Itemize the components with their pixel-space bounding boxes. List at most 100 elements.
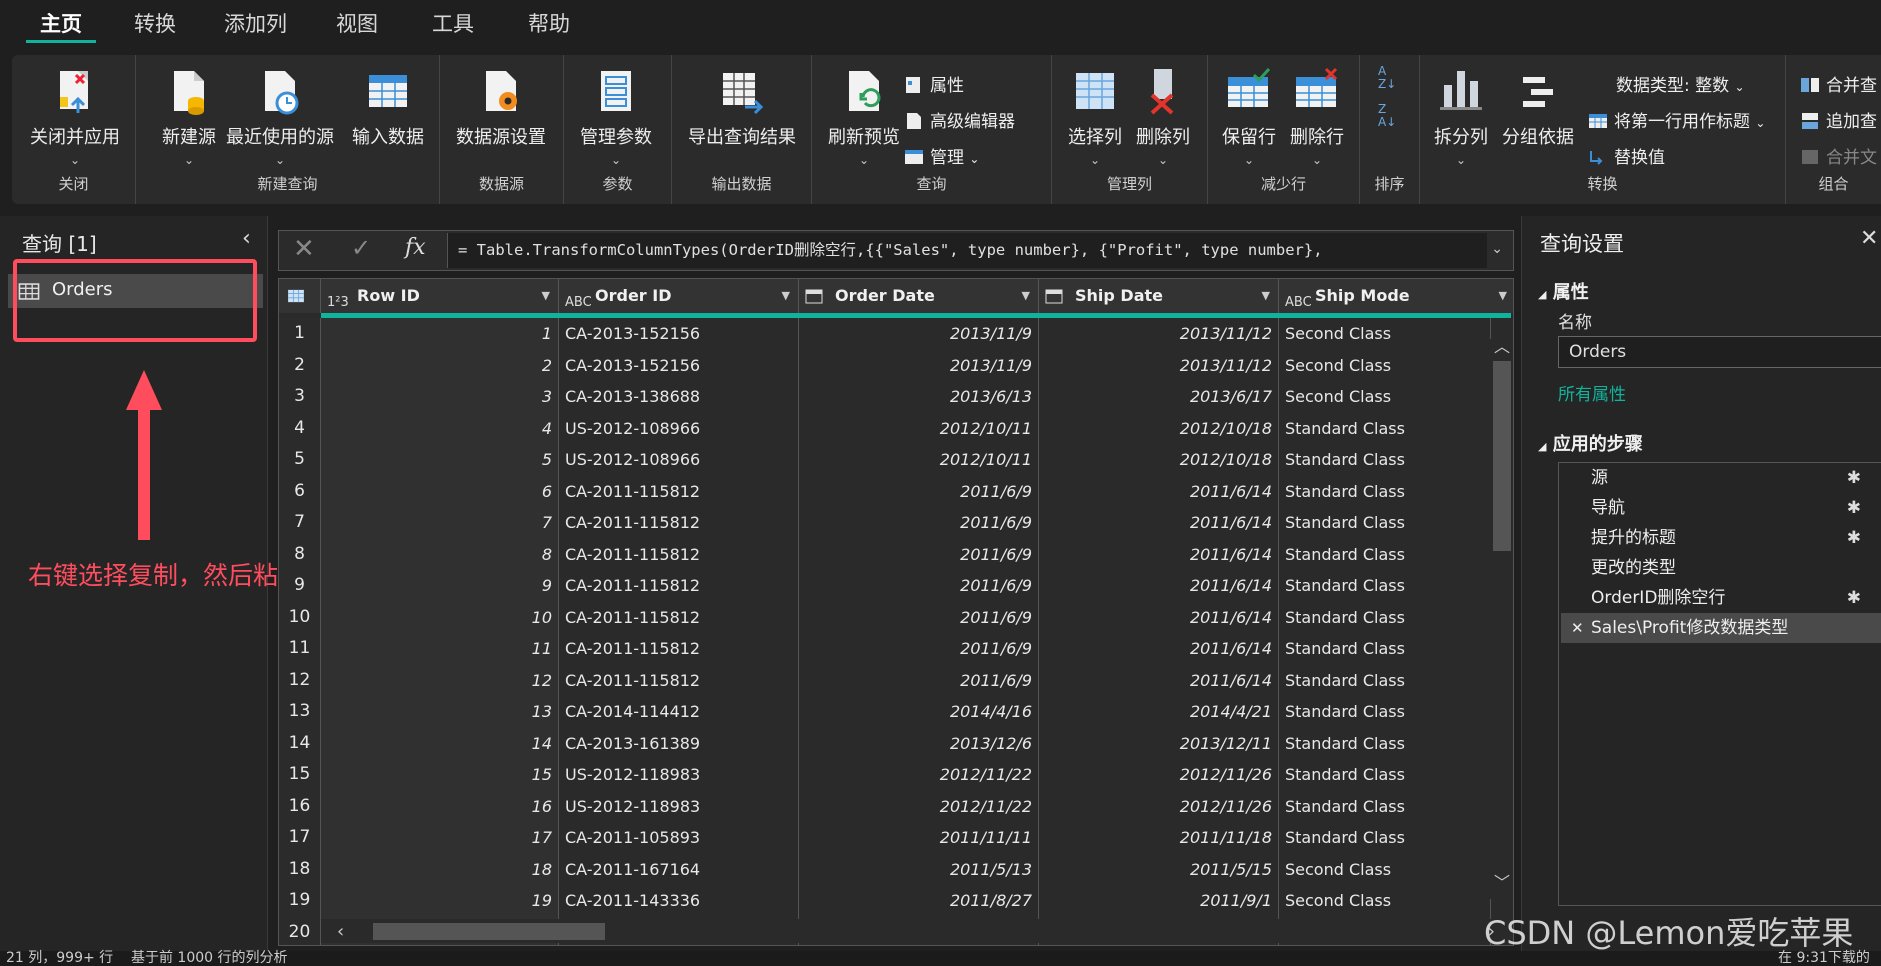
order-id-cell[interactable]: CA-2011-105893 bbox=[559, 822, 799, 854]
ship-date-cell[interactable]: 2011/6/14 bbox=[1039, 664, 1279, 696]
ship-date-cell[interactable]: 2013/11/12 bbox=[1039, 318, 1279, 350]
formula-input[interactable]: = Table.TransformColumnTypes(OrderID删除空行… bbox=[447, 233, 1487, 268]
tab-transform[interactable]: 转换 bbox=[134, 8, 176, 38]
ship-mode-cell[interactable]: Second Class bbox=[1279, 349, 1491, 381]
filter-dropdown-icon[interactable]: ▼ bbox=[542, 279, 550, 313]
properties-button[interactable]: 属性 bbox=[904, 71, 964, 96]
row-id-cell[interactable]: 15 bbox=[321, 759, 559, 791]
applied-step[interactable]: 源 ✱ bbox=[1561, 463, 1881, 493]
ship-mode-cell[interactable]: Second Class bbox=[1279, 853, 1491, 885]
column-header-ship-date[interactable]: Ship Date ▼ bbox=[1039, 279, 1279, 313]
data-source-settings-button[interactable]: 数据源设置 bbox=[456, 67, 546, 149]
order-date-cell[interactable]: 2011/6/9 bbox=[799, 507, 1039, 539]
order-date-cell[interactable]: 2011/6/9 bbox=[799, 664, 1039, 696]
order-date-cell[interactable]: 2014/4/16 bbox=[799, 696, 1039, 728]
step-settings-gear-icon[interactable]: ✱ bbox=[1847, 493, 1861, 523]
order-date-cell[interactable]: 2012/10/11 bbox=[799, 412, 1039, 444]
ship-mode-cell[interactable]: Second Class bbox=[1279, 318, 1491, 350]
close-panel-icon[interactable]: ✕ bbox=[1860, 226, 1878, 251]
order-date-cell[interactable]: 2011/8/27 bbox=[799, 885, 1039, 917]
ship-mode-cell[interactable]: Standard Class bbox=[1279, 570, 1491, 602]
applied-step[interactable]: OrderID删除空行 ✱ bbox=[1561, 583, 1881, 613]
sort-descending-button[interactable]: Z A↓ bbox=[1378, 103, 1396, 129]
table-menu-button[interactable] bbox=[279, 279, 321, 313]
ship-date-cell[interactable]: 2011/6/14 bbox=[1039, 633, 1279, 665]
order-id-cell[interactable]: CA-2011-167164 bbox=[559, 853, 799, 885]
ship-mode-cell[interactable]: Standard Class bbox=[1279, 822, 1491, 854]
manage-button[interactable]: 管理 ⌄ bbox=[904, 143, 979, 168]
row-id-cell[interactable]: 17 bbox=[321, 822, 559, 854]
step-settings-gear-icon[interactable]: ✱ bbox=[1847, 463, 1861, 493]
order-date-cell[interactable]: 2012/11/22 bbox=[799, 759, 1039, 791]
merge-queries-button[interactable]: 合并查 bbox=[1800, 71, 1877, 96]
ship-date-cell[interactable]: 2011/6/14 bbox=[1039, 538, 1279, 570]
order-date-cell[interactable]: 2012/11/22 bbox=[799, 790, 1039, 822]
order-date-cell[interactable]: 2011/11/11 bbox=[799, 822, 1039, 854]
data-type-dropdown[interactable]: 数据类型: 整数 ⌄ bbox=[1616, 71, 1745, 96]
column-header-ship-mode[interactable]: ABC Ship Mode ▼ bbox=[1279, 279, 1513, 313]
step-settings-gear-icon[interactable]: ✱ bbox=[1847, 583, 1861, 613]
append-queries-button[interactable]: 追加查 bbox=[1800, 107, 1877, 132]
row-id-cell[interactable]: 3 bbox=[321, 381, 559, 413]
properties-section-header[interactable]: ◢ 属性 bbox=[1538, 278, 1589, 304]
scroll-thumb[interactable] bbox=[1493, 361, 1511, 551]
order-id-cell[interactable]: US-2012-118983 bbox=[559, 790, 799, 822]
tab-view[interactable]: 视图 bbox=[336, 8, 378, 38]
close-apply-button[interactable]: 关闭并应用 ⌄ bbox=[27, 67, 123, 167]
fx-icon[interactable]: fx bbox=[405, 235, 426, 260]
ship-date-cell[interactable]: 2012/11/26 bbox=[1039, 790, 1279, 822]
ship-mode-cell[interactable]: Standard Class bbox=[1279, 696, 1491, 728]
group-by-button[interactable]: 分组依据 bbox=[1502, 67, 1574, 149]
order-id-cell[interactable]: US-2012-118983 bbox=[559, 759, 799, 791]
replace-values-button[interactable]: 替换值 bbox=[1588, 143, 1665, 168]
ship-mode-cell[interactable]: Standard Class bbox=[1279, 538, 1491, 570]
filter-dropdown-icon[interactable]: ▼ bbox=[782, 279, 790, 313]
ship-mode-cell[interactable]: Second Class bbox=[1279, 381, 1491, 413]
ship-mode-cell[interactable]: Standard Class bbox=[1279, 664, 1491, 696]
applied-step[interactable]: 导航 ✱ bbox=[1561, 493, 1881, 523]
row-id-cell[interactable]: 18 bbox=[321, 853, 559, 885]
applied-step[interactable]: 更改的类型 bbox=[1561, 553, 1881, 583]
order-date-cell[interactable]: 2011/5/13 bbox=[799, 853, 1039, 885]
scroll-up-icon[interactable]: ︿ bbox=[1494, 333, 1510, 357]
ship-mode-cell[interactable]: Standard Class bbox=[1279, 727, 1491, 759]
order-id-cell[interactable]: CA-2011-115812 bbox=[559, 475, 799, 507]
order-date-cell[interactable]: 2012/10/11 bbox=[799, 444, 1039, 476]
order-id-cell[interactable]: CA-2011-115812 bbox=[559, 507, 799, 539]
ship-date-cell[interactable]: 2013/12/11 bbox=[1039, 727, 1279, 759]
scroll-down-icon[interactable]: ﹀ bbox=[1494, 869, 1510, 893]
order-id-cell[interactable]: CA-2014-114412 bbox=[559, 696, 799, 728]
ship-mode-cell[interactable]: Standard Class bbox=[1279, 633, 1491, 665]
first-row-headers-button[interactable]: 将第一行用作标题 ⌄ bbox=[1588, 107, 1765, 132]
applied-step[interactable]: ✕ Sales\Profit修改数据类型 bbox=[1561, 613, 1881, 643]
all-properties-link[interactable]: 所有属性 bbox=[1558, 380, 1626, 405]
order-id-cell[interactable]: CA-2011-115812 bbox=[559, 633, 799, 665]
row-id-cell[interactable]: 12 bbox=[321, 664, 559, 696]
expand-formula-icon[interactable]: ⌄ bbox=[1491, 241, 1503, 257]
new-source-button[interactable]: 新建源 ⌄ bbox=[162, 67, 216, 167]
row-id-cell[interactable]: 10 bbox=[321, 601, 559, 633]
order-date-cell[interactable]: 2013/6/13 bbox=[799, 381, 1039, 413]
filter-dropdown-icon[interactable]: ▼ bbox=[1022, 279, 1030, 313]
collapse-panel-button[interactable]: ‹ bbox=[242, 226, 251, 251]
delete-step-icon[interactable]: ✕ bbox=[1571, 613, 1584, 643]
ship-mode-cell[interactable]: Standard Class bbox=[1279, 790, 1491, 822]
split-column-button[interactable]: 拆分列 ⌄ bbox=[1434, 67, 1488, 167]
choose-columns-button[interactable]: 选择列 ⌄ bbox=[1068, 67, 1122, 167]
cancel-formula-button[interactable]: ✕ bbox=[293, 234, 315, 264]
filter-dropdown-icon[interactable]: ▼ bbox=[1262, 279, 1270, 313]
ship-date-cell[interactable]: 2012/11/26 bbox=[1039, 759, 1279, 791]
row-id-cell[interactable]: 11 bbox=[321, 633, 559, 665]
step-settings-gear-icon[interactable]: ✱ bbox=[1847, 523, 1861, 553]
remove-columns-button[interactable]: 删除列 ⌄ bbox=[1136, 67, 1190, 167]
column-header-order-id[interactable]: ABC Order ID ▼ bbox=[559, 279, 799, 313]
order-date-cell[interactable]: 2011/6/9 bbox=[799, 570, 1039, 602]
ship-date-cell[interactable]: 2011/6/14 bbox=[1039, 601, 1279, 633]
row-id-cell[interactable]: 4 bbox=[321, 412, 559, 444]
ship-mode-cell[interactable]: Standard Class bbox=[1279, 759, 1491, 791]
order-id-cell[interactable]: CA-2013-138688 bbox=[559, 381, 799, 413]
ship-date-cell[interactable]: 2012/10/18 bbox=[1039, 444, 1279, 476]
order-date-cell[interactable]: 2013/12/6 bbox=[799, 727, 1039, 759]
row-id-cell[interactable]: 19 bbox=[321, 885, 559, 917]
column-header-row-id[interactable]: 1²3 Row ID ▼ bbox=[321, 279, 559, 313]
